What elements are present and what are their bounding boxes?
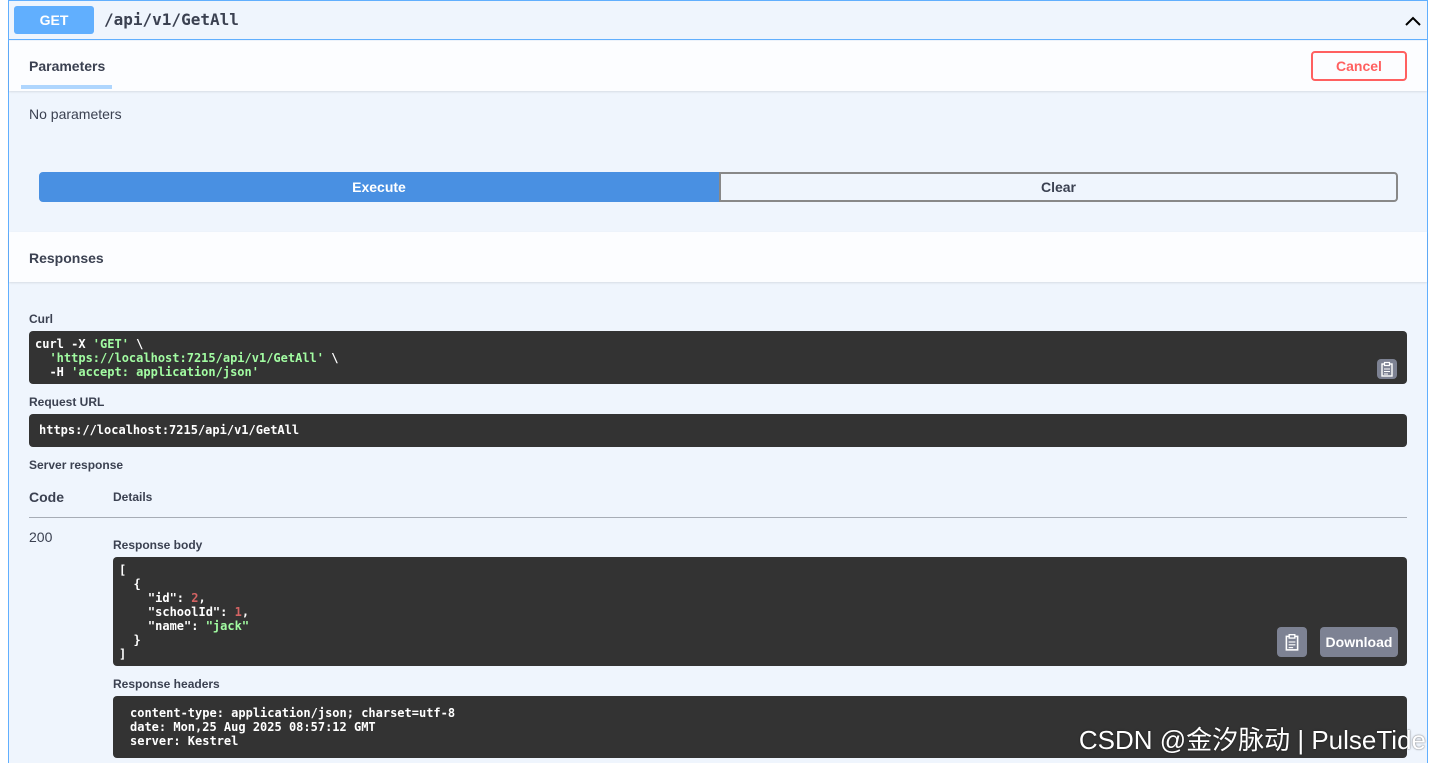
execute-button[interactable]: Execute bbox=[39, 172, 719, 202]
response-headers-label: Response headers bbox=[113, 677, 220, 691]
clear-button[interactable]: Clear bbox=[719, 172, 1398, 202]
clipboard-icon bbox=[1381, 361, 1393, 377]
cancel-button[interactable]: Cancel bbox=[1311, 51, 1407, 81]
curl-text: \ bbox=[128, 337, 144, 351]
response-body-label: Response body bbox=[113, 538, 203, 552]
response-body[interactable]: [ { "id": 2, "schoolId": 1, "name": "jac… bbox=[113, 557, 1407, 666]
curl-text: \ bbox=[324, 351, 339, 365]
status-code: 200 bbox=[29, 529, 53, 545]
curl-label: Curl bbox=[29, 312, 53, 326]
curl-string: 'accept: application/json' bbox=[71, 365, 259, 379]
table-divider bbox=[29, 517, 1407, 518]
curl-text bbox=[35, 351, 49, 365]
watermark: CSDN @金汐脉动 | PulseTide bbox=[1078, 725, 1426, 755]
json-punct: } bbox=[133, 633, 141, 647]
server-response-label: Server response bbox=[29, 458, 124, 472]
curl-text: -H bbox=[35, 365, 72, 379]
curl-command[interactable]: curl -X 'GET' \ 'https://localhost:7215/… bbox=[29, 331, 1407, 384]
curl-text: curl -X bbox=[35, 337, 93, 351]
responses-header: Responses bbox=[9, 232, 1427, 282]
json-key: "name": bbox=[119, 619, 206, 633]
tab-underline bbox=[21, 85, 112, 89]
header-line: server: Kestrel bbox=[130, 734, 239, 748]
request-url[interactable]: https://localhost:7215/api/v1/GetAll bbox=[29, 414, 1407, 447]
details-column-header: Details bbox=[113, 490, 153, 504]
json-key: "id": bbox=[119, 591, 192, 605]
operation-block: GET /api/v1/GetAll Parameters Cancel No … bbox=[8, 0, 1428, 763]
chevron-up-icon[interactable] bbox=[1403, 11, 1423, 31]
json-string: "jack" bbox=[205, 619, 250, 633]
download-button[interactable]: Download bbox=[1320, 627, 1398, 657]
responses-title: Responses bbox=[29, 250, 104, 266]
operation-summary[interactable]: GET /api/v1/GetAll bbox=[9, 1, 1427, 40]
endpoint-path: /api/v1/GetAll bbox=[104, 10, 239, 29]
http-method-badge: GET bbox=[14, 6, 94, 34]
curl-string: 'GET' bbox=[92, 337, 129, 351]
curl-string: 'https://localhost:7215/api/v1/GetAll' bbox=[49, 351, 324, 365]
tab-parameters[interactable]: Parameters bbox=[29, 58, 105, 74]
parameters-header: Parameters bbox=[9, 41, 1427, 91]
json-punct: , bbox=[198, 591, 206, 605]
json-punct: ] bbox=[119, 647, 127, 661]
copy-body-button[interactable] bbox=[1277, 627, 1307, 657]
copy-curl-button[interactable] bbox=[1377, 359, 1397, 379]
request-url-label: Request URL bbox=[29, 395, 105, 409]
json-punct: [ bbox=[119, 563, 127, 577]
header-line: date: Mon,25 Aug 2025 08:57:12 GMT bbox=[130, 720, 376, 734]
json-punct: { bbox=[133, 577, 141, 591]
no-parameters-text: No parameters bbox=[29, 106, 122, 122]
json-punct: , bbox=[241, 605, 250, 619]
clipboard-icon bbox=[1285, 634, 1299, 651]
json-number: 1 bbox=[234, 605, 242, 619]
code-column-header: Code bbox=[29, 489, 64, 505]
json-key: "schoolId": bbox=[119, 605, 235, 619]
header-line: content-type: application/json; charset=… bbox=[130, 706, 456, 720]
